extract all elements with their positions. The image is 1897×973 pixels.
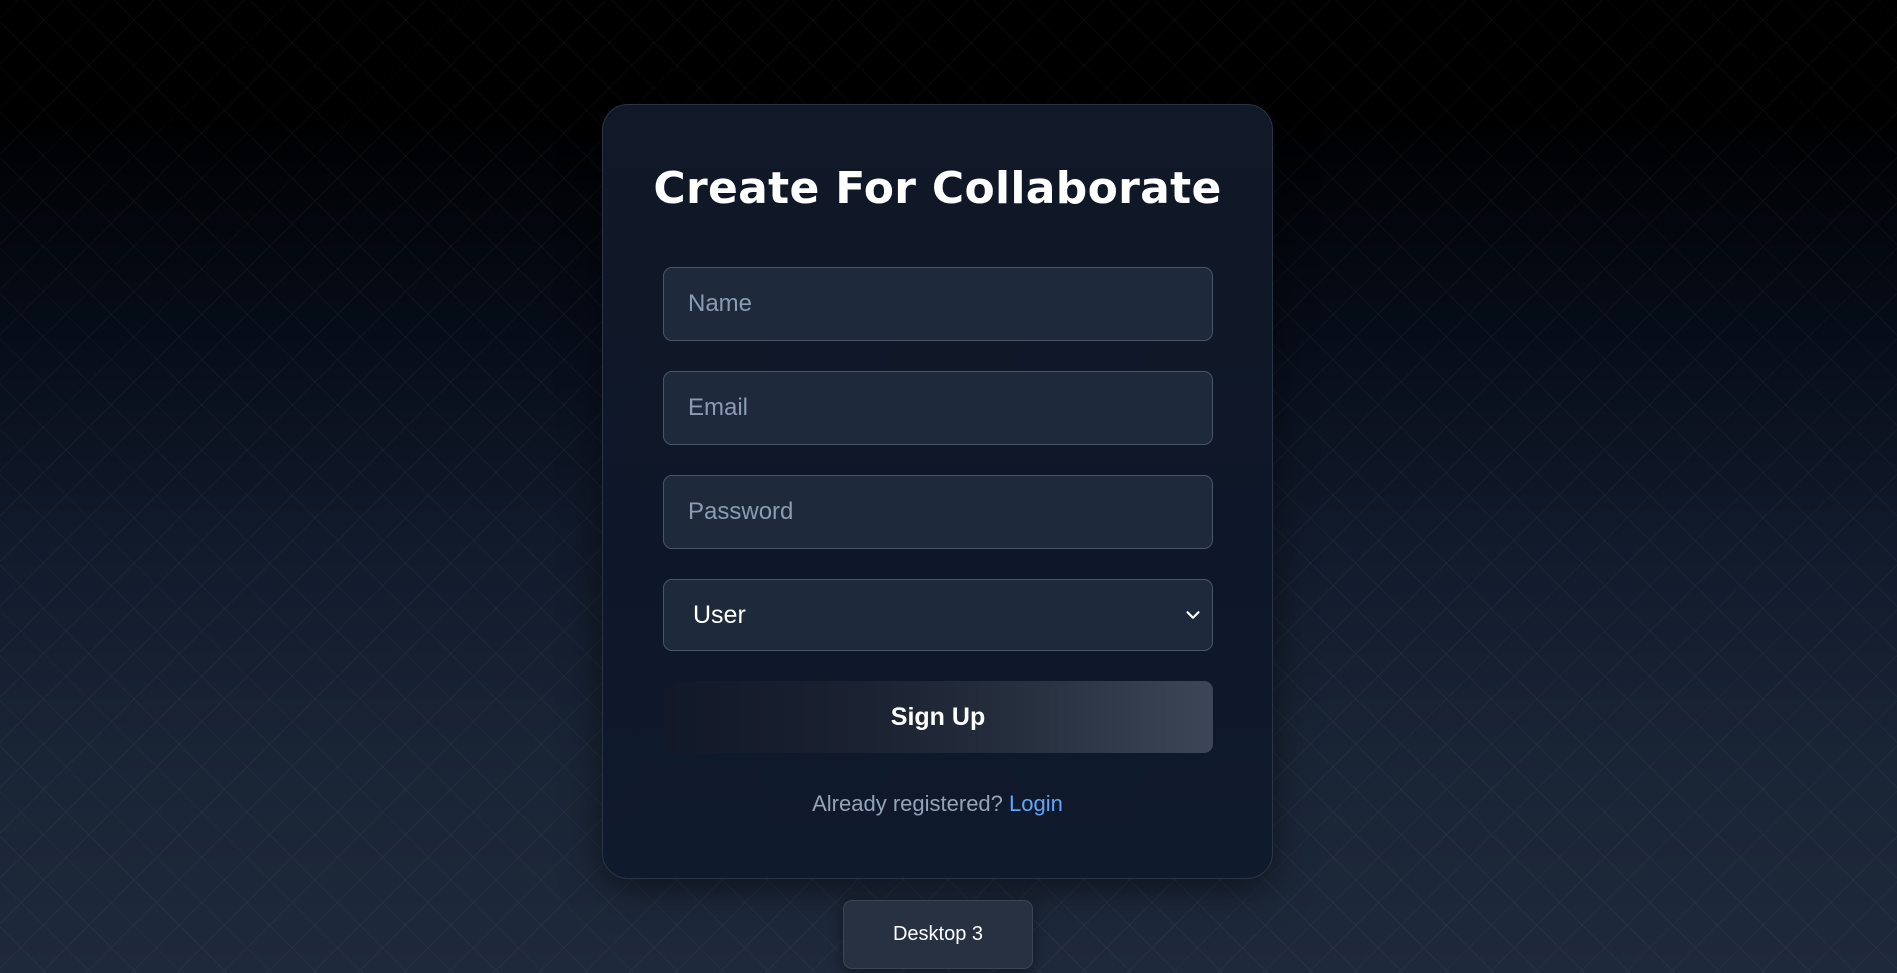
login-prompt-text: Already registered? [812, 791, 1003, 816]
password-input[interactable] [663, 475, 1213, 549]
login-link[interactable]: Login [1009, 791, 1063, 816]
login-prompt: Already registered? Login [603, 791, 1272, 817]
chevron-down-icon [1186, 611, 1200, 619]
name-input[interactable] [663, 267, 1213, 341]
email-input[interactable] [663, 371, 1213, 445]
signup-button[interactable]: Sign Up [663, 681, 1213, 753]
role-select-value: User [693, 601, 746, 629]
signup-card: Create For Collaborate User Sign Up Alre… [602, 104, 1273, 879]
page-title: Create For Collaborate [653, 163, 1222, 214]
desktop-badge[interactable]: Desktop 3 [843, 900, 1033, 969]
role-select[interactable]: User [663, 579, 1213, 651]
